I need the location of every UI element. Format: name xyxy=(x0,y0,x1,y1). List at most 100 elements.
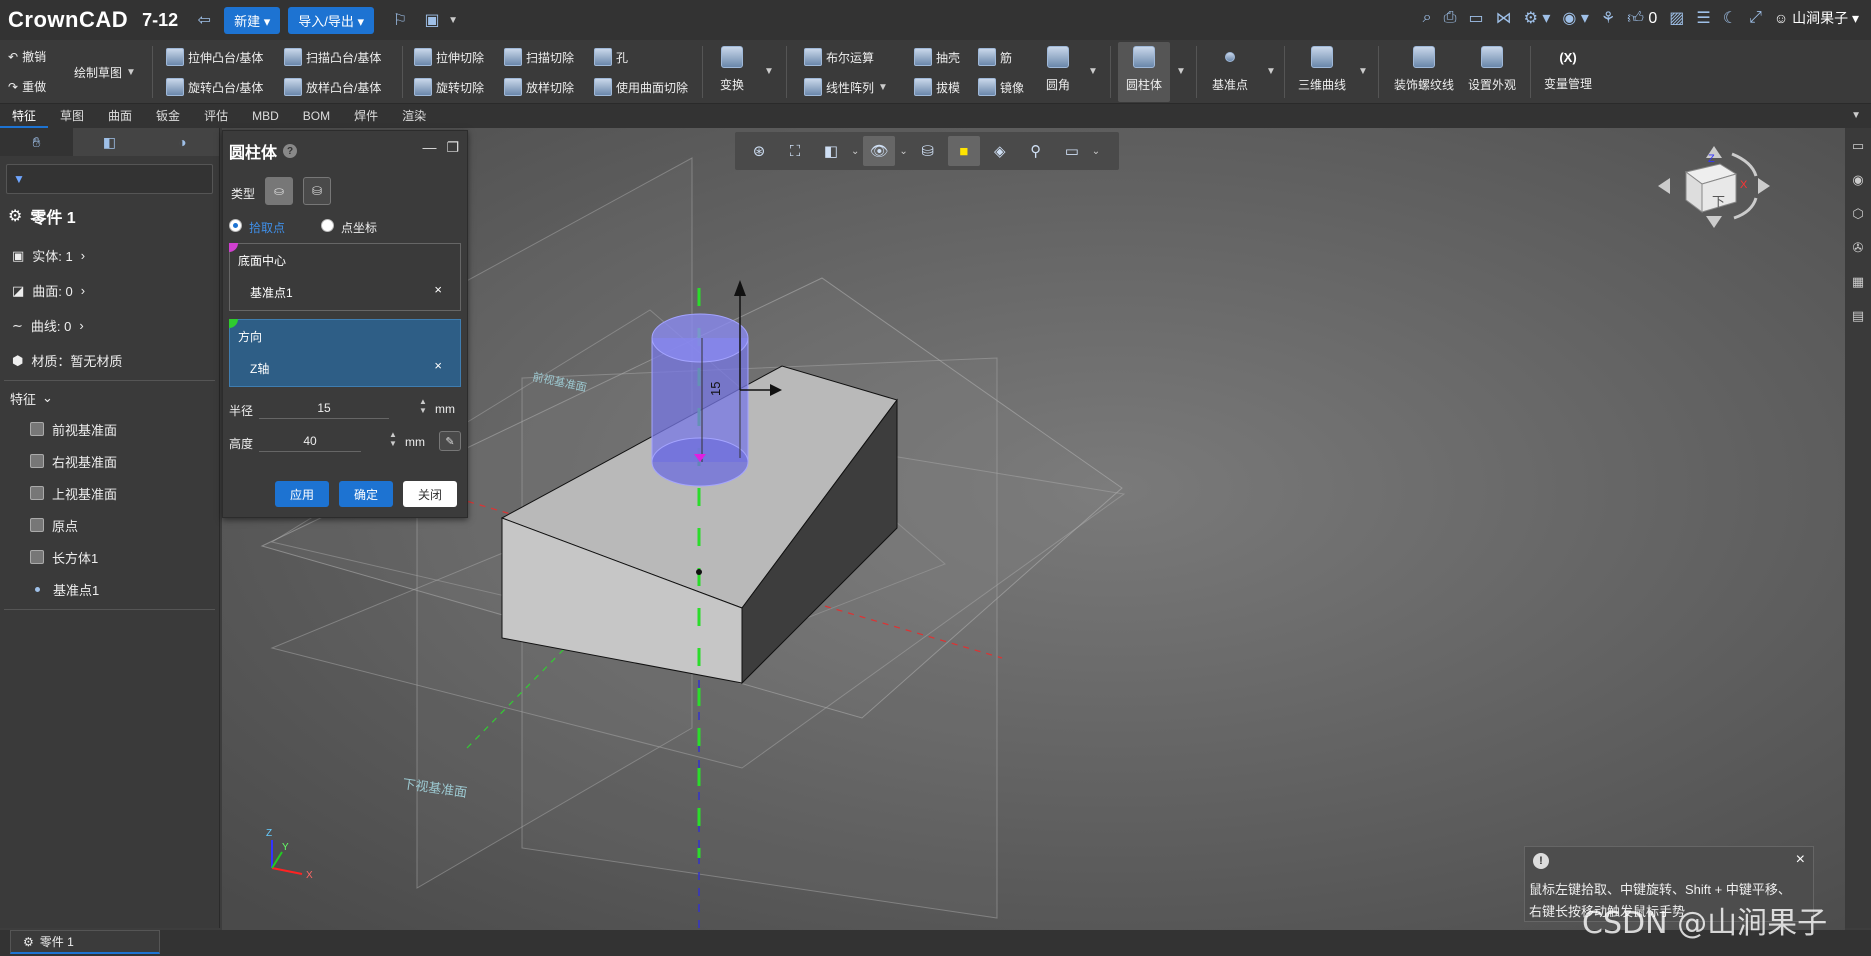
feature-tree-tab[interactable]: ✋︎ xyxy=(0,128,73,156)
tab-item[interactable]: BOM xyxy=(291,104,342,128)
linear-pattern-button[interactable]: 线性阵列 ▼ xyxy=(804,78,888,96)
sweep-boss-button[interactable]: 扫描凸台/基体 xyxy=(284,48,381,66)
revolve-boss-button[interactable]: 旋转凸台/基体 xyxy=(166,78,263,96)
assembly-icon[interactable]: ⬡ xyxy=(1852,206,1863,222)
variables-button[interactable]: (X) 变量管理 xyxy=(1544,46,1592,92)
datum-point-dropdown-icon[interactable]: ▼ xyxy=(1266,66,1276,77)
hole-button[interactable]: 孔 xyxy=(594,48,628,66)
cylinder-button[interactable]: 圆柱体 xyxy=(1118,42,1170,102)
dark-mode-icon[interactable]: ☾ xyxy=(1723,8,1737,28)
curve3d-dropdown-icon[interactable]: ▼ xyxy=(1358,66,1368,77)
tab-item[interactable]: 渲染 xyxy=(390,104,438,128)
revolve-cut-button[interactable]: 旋转切除 xyxy=(414,78,484,96)
fit-view-icon[interactable]: ⛶ xyxy=(779,136,811,166)
document-tab[interactable]: ⚙ 零件 1 xyxy=(10,930,160,954)
direction-selector[interactable]: 方向 Z轴 × xyxy=(229,319,461,387)
share-icon[interactable]: ⋈ xyxy=(1496,8,1512,28)
radio-pick-point[interactable] xyxy=(229,219,242,232)
undo-button[interactable]: ↶ 撤销 xyxy=(8,48,46,65)
chevron-down-icon[interactable]: ⌄ xyxy=(899,146,907,157)
sweep-cut-button[interactable]: 扫描切除 xyxy=(504,48,574,66)
shaded-mode-icon[interactable]: ■ xyxy=(947,136,980,166)
radius-input[interactable]: 15 xyxy=(259,397,389,419)
tab-item[interactable]: 特征 xyxy=(0,104,49,128)
curve3d-button[interactable]: 三维曲线 xyxy=(1298,46,1346,93)
user-menu[interactable]: ☺ 山涧果子 ▾ xyxy=(1774,8,1859,28)
boolean-button[interactable]: 布尔运算 xyxy=(804,48,874,66)
type-cylinder-alt-button[interactable]: ⛁ xyxy=(303,177,331,205)
shell-button[interactable]: 抽壳 xyxy=(914,48,960,66)
layers-icon[interactable]: ☰ xyxy=(1696,8,1710,28)
help-icon[interactable]: ◉ ▾ xyxy=(1562,8,1588,28)
remove-bottom-center-button[interactable]: × xyxy=(434,282,442,297)
extrude-boss-button[interactable]: 拉伸凸台/基体 xyxy=(166,48,263,66)
view-orientation-icon[interactable]: ◧ xyxy=(815,136,847,166)
settings-icon[interactable]: ⚙ ▾ xyxy=(1524,8,1551,28)
selection-filter-icon[interactable]: ⚲ xyxy=(1020,136,1052,166)
transform-dropdown-icon[interactable]: ▼ xyxy=(764,66,774,77)
tree-item[interactable]: 右视基准面 xyxy=(0,445,219,477)
transform-button[interactable]: 变换 xyxy=(720,46,744,93)
tree-item[interactable]: 长方体1 xyxy=(0,541,219,573)
appearance-button[interactable]: 设置外观 xyxy=(1468,46,1516,93)
loft-boss-button[interactable]: 放样凸台/基体 xyxy=(284,78,381,96)
redo-button[interactable]: ↷ 重做 xyxy=(8,78,46,95)
features-header[interactable]: 特征 ⌄ xyxy=(0,383,219,413)
help-icon[interactable]: ? xyxy=(283,144,298,158)
height-spinner[interactable]: ▲ ▼ xyxy=(389,430,397,448)
tab-item[interactable]: MBD xyxy=(240,104,291,128)
expand-icon[interactable]: ⤢ xyxy=(1749,9,1762,27)
zoom-area-icon[interactable]: ⊛ xyxy=(743,136,775,166)
perspective-icon[interactable]: ◈ xyxy=(984,136,1016,166)
loft-cut-button[interactable]: 放样切除 xyxy=(504,78,574,96)
tab-item[interactable]: 草图 xyxy=(48,104,96,128)
grid-icon[interactable]: ▦ xyxy=(1852,274,1864,290)
curve-count[interactable]: ∼ 曲线: 0 › xyxy=(0,308,219,343)
new-button[interactable]: 新建 ▾ xyxy=(224,6,281,34)
appearance-tab[interactable]: ◑ xyxy=(146,128,219,156)
fillet-dropdown-icon[interactable]: ▼ xyxy=(1088,66,1098,77)
radio-point-coord[interactable] xyxy=(321,219,334,232)
image-icon[interactable]: ▨ xyxy=(1669,8,1684,28)
wrench-icon[interactable]: ✇ xyxy=(1853,240,1864,256)
draft-button[interactable]: 拔模 xyxy=(914,78,960,96)
like-button[interactable]: 👍︎ 0 xyxy=(1627,9,1657,28)
datum-point-button[interactable]: 基准点 xyxy=(1212,46,1248,93)
book-icon[interactable]: ▤ xyxy=(1852,308,1864,324)
tree-item[interactable]: 上视基准面 xyxy=(0,477,219,509)
rib-button[interactable]: 筋 xyxy=(978,48,1012,66)
import-export-button[interactable]: 导入/导出 ▾ xyxy=(288,6,375,34)
back-arrow-icon[interactable]: ⇦ xyxy=(192,8,216,32)
search-icon[interactable]: ⌕ xyxy=(1423,9,1432,27)
material-row[interactable]: ⬢ 材质：暂无材质 xyxy=(0,343,219,378)
remove-direction-button[interactable]: × xyxy=(434,358,442,373)
monitor-icon[interactable]: ▭ xyxy=(1468,8,1483,28)
chevron-down-icon[interactable]: ⌄ xyxy=(851,146,859,157)
flag-icon[interactable]: ⚐ xyxy=(388,8,412,32)
part-title[interactable]: ⚙ 零件 1 xyxy=(8,204,211,228)
fillet-button[interactable]: 圆角 xyxy=(1046,46,1070,93)
surface-cut-button[interactable]: 使用曲面切除 xyxy=(594,78,688,96)
chevron-down-icon[interactable]: ⌄ xyxy=(1092,146,1100,157)
properties-icon[interactable]: ◉ xyxy=(1852,172,1863,188)
thread-button[interactable]: 装饰螺纹线 xyxy=(1394,46,1454,93)
tab-item[interactable]: 钣金 xyxy=(144,104,192,128)
tip-close-button[interactable]: × xyxy=(1796,851,1805,869)
minimize-icon[interactable]: — xyxy=(422,139,436,156)
save-dropdown-icon[interactable]: ▼ xyxy=(448,15,458,26)
tab-item[interactable]: 曲面 xyxy=(96,104,144,128)
cylinder-dropdown-icon[interactable]: ▼ xyxy=(1176,66,1186,77)
tree-item[interactable]: 前视基准面 xyxy=(0,413,219,445)
print-icon[interactable]: ⎙ xyxy=(1444,9,1457,27)
collapse-ribbon-icon[interactable]: ▼ xyxy=(1851,110,1861,121)
visibility-icon[interactable]: 👁︎ xyxy=(863,136,896,166)
surface-count[interactable]: ◪ 曲面: 0 › xyxy=(0,273,219,308)
bottom-center-selector[interactable]: 底面中心 基准点1 × xyxy=(229,243,461,311)
org-icon[interactable]: ⚘ xyxy=(1601,8,1615,28)
restore-icon[interactable]: ❐ xyxy=(446,139,459,156)
ok-button[interactable]: 确定 xyxy=(339,481,393,507)
section-view-icon[interactable]: ⛁ xyxy=(912,136,944,166)
solid-count[interactable]: ▣ 实体: 1 › xyxy=(0,238,219,273)
height-input[interactable]: 40 xyxy=(259,430,361,452)
tab-item[interactable]: 焊件 xyxy=(342,104,390,128)
